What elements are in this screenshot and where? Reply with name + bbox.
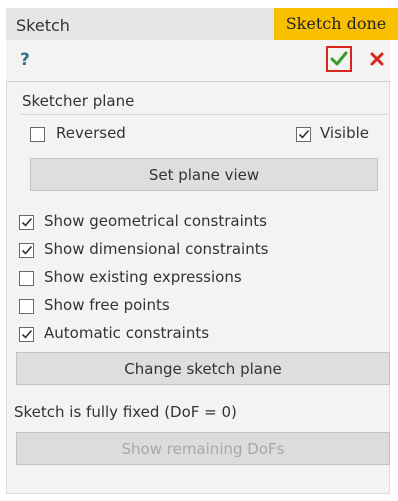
set-plane-view-button[interactable]: Set plane view <box>30 158 378 191</box>
show-free-points-checkbox[interactable] <box>19 299 34 314</box>
show-existing-expressions-checkbox[interactable] <box>19 271 34 286</box>
panel-title: Sketch <box>16 16 70 35</box>
sketch-done-callout: Sketch done <box>274 8 398 40</box>
automatic-constraints-label: Automatic constraints <box>44 324 210 342</box>
visible-label: Visible <box>320 124 369 142</box>
reversed-label: Reversed <box>56 124 126 142</box>
automatic-constraints-checkbox[interactable] <box>19 327 34 342</box>
show-remaining-dofs-button[interactable]: Show remaining DoFs <box>16 432 390 465</box>
dof-status-text: Sketch is fully fixed (DoF = 0) <box>14 403 237 421</box>
show-free-points-label: Show free points <box>44 296 170 314</box>
reversed-checkbox[interactable] <box>30 127 45 142</box>
checkmark-icon <box>21 329 32 339</box>
close-button[interactable] <box>364 46 390 72</box>
group-divider <box>20 114 388 115</box>
sketch-done-button[interactable] <box>326 46 352 72</box>
show-geometrical-constraints-checkbox[interactable] <box>19 215 34 230</box>
show-dimensional-constraints-label: Show dimensional constraints <box>44 240 269 258</box>
checkmark-icon <box>21 245 32 255</box>
checkmark-icon <box>21 217 32 227</box>
visible-checkbox[interactable] <box>296 127 311 142</box>
show-dimensional-constraints-checkbox[interactable] <box>19 243 34 258</box>
checkmark-icon <box>330 51 348 66</box>
show-existing-expressions-label: Show existing expressions <box>44 268 242 286</box>
close-icon <box>370 52 384 66</box>
checkmark-icon <box>298 129 309 139</box>
sketcher-plane-title: Sketcher plane <box>22 92 135 110</box>
show-geometrical-constraints-label: Show geometrical constraints <box>44 212 267 230</box>
help-icon[interactable]: ? <box>20 50 30 70</box>
change-sketch-plane-button[interactable]: Change sketch plane <box>16 352 390 385</box>
